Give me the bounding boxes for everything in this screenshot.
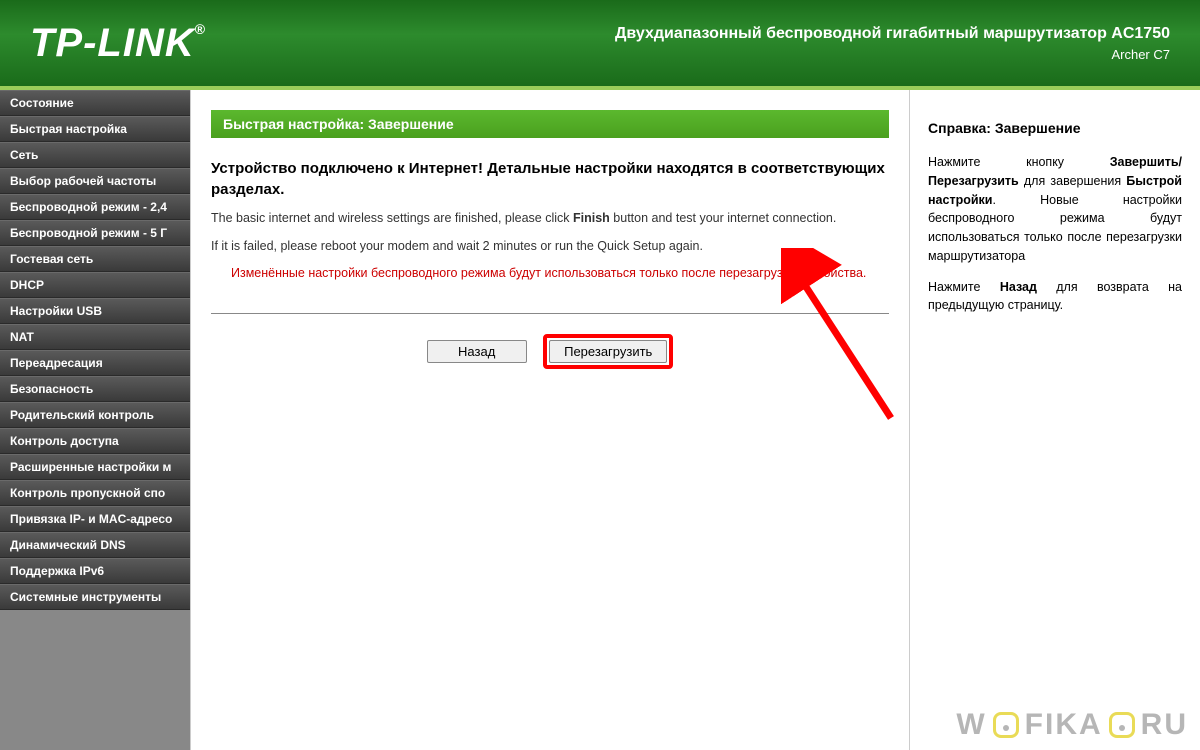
product-title: Двухдиапазонный беспроводной гигабитный … xyxy=(615,25,1170,43)
reboot-button[interactable]: Перезагрузить xyxy=(549,340,667,363)
sidebar-item-access-control[interactable]: Контроль доступа xyxy=(0,428,190,454)
sidebar-item-quick-setup[interactable]: Быстрая настройка xyxy=(0,116,190,142)
back-button[interactable]: Назад xyxy=(427,340,527,363)
completion-text-2: If it is failed, please reboot your mode… xyxy=(211,238,889,256)
product-info: Двухдиапазонный беспроводной гигабитный … xyxy=(615,25,1170,62)
sidebar-item-dhcp[interactable]: DHCP xyxy=(0,272,190,298)
sidebar-item-wireless-5[interactable]: Беспроводной режим - 5 Г xyxy=(0,220,190,246)
qr-icon xyxy=(1109,712,1135,738)
brand-logo: TP-LINK® xyxy=(30,21,206,66)
product-model: Archer C7 xyxy=(615,47,1170,62)
sidebar-item-status[interactable]: Состояние xyxy=(0,90,190,116)
sidebar-item-system-tools[interactable]: Системные инструменты xyxy=(0,584,190,610)
sidebar-item-parental[interactable]: Родительский контроль xyxy=(0,402,190,428)
highlight-annotation: Перезагрузить xyxy=(543,334,673,369)
sidebar-item-ddns[interactable]: Динамический DNS xyxy=(0,532,190,558)
completion-title: Устройство подключено к Интернет! Деталь… xyxy=(211,158,889,200)
help-text-1: Нажмите кнопку Завершить/Перезагрузить д… xyxy=(928,153,1182,266)
sidebar-item-advanced-routing[interactable]: Расширенные настройки м xyxy=(0,454,190,480)
header: TP-LINK® Двухдиапазонный беспроводной ги… xyxy=(0,0,1200,90)
completion-warning: Изменённые настройки беспроводного режим… xyxy=(231,265,889,283)
wifi-icon xyxy=(993,712,1019,738)
watermark: W FIKA RU xyxy=(956,708,1188,742)
sidebar-item-ip-mac-binding[interactable]: Привязка IP- и MAC-адресо xyxy=(0,506,190,532)
sidebar-item-forwarding[interactable]: Переадресация xyxy=(0,350,190,376)
main-panel: Быстрая настройка: Завершение Устройство… xyxy=(190,90,910,750)
sidebar-item-usb[interactable]: Настройки USB xyxy=(0,298,190,324)
completion-text-1: The basic internet and wireless settings… xyxy=(211,210,889,228)
divider xyxy=(211,313,889,314)
section-header: Быстрая настройка: Завершение xyxy=(211,110,889,138)
sidebar-item-network[interactable]: Сеть xyxy=(0,142,190,168)
help-panel: Справка: Завершение Нажмите кнопку Завер… xyxy=(910,90,1200,750)
sidebar-item-guest[interactable]: Гостевая сеть xyxy=(0,246,190,272)
sidebar-nav: Состояние Быстрая настройка Сеть Выбор р… xyxy=(0,90,190,750)
sidebar-item-ipv6[interactable]: Поддержка IPv6 xyxy=(0,558,190,584)
sidebar-item-nat[interactable]: NAT xyxy=(0,324,190,350)
help-text-2: Нажмите Назад для возврата на предыдущую… xyxy=(928,278,1182,316)
sidebar-item-band-select[interactable]: Выбор рабочей частоты xyxy=(0,168,190,194)
sidebar-item-security[interactable]: Безопасность xyxy=(0,376,190,402)
sidebar-item-bandwidth[interactable]: Контроль пропускной спо xyxy=(0,480,190,506)
help-title: Справка: Завершение xyxy=(928,118,1182,139)
button-row: Назад Перезагрузить xyxy=(211,334,889,379)
sidebar-item-wireless-24[interactable]: Беспроводной режим - 2,4 xyxy=(0,194,190,220)
